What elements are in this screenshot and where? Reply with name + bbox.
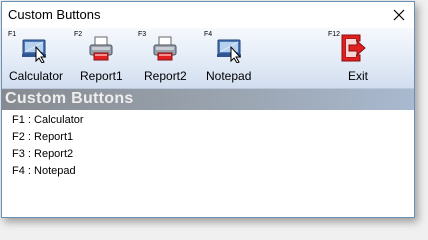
f12-key-label: F12	[328, 31, 341, 38]
exit-label: Exit	[348, 69, 369, 83]
window-title: Custom Buttons	[8, 7, 101, 22]
section-banner: Custom Buttons	[2, 89, 414, 110]
close-icon	[393, 9, 405, 20]
list-item: F4 : Notepad	[12, 165, 76, 177]
close-button[interactable]	[384, 2, 414, 27]
f3-key-label: F3	[138, 31, 147, 38]
content-area: F1 : Calculator F2 : Report1 F3 : Report…	[2, 110, 414, 217]
notepad-icon	[217, 39, 242, 63]
custom-buttons-window: Custom Buttons F1 Calculator F2 Report1 …	[1, 1, 415, 218]
printer-icon	[89, 36, 113, 61]
exit-icon	[341, 34, 366, 62]
report1-button[interactable]: F2 Report1	[70, 28, 134, 88]
f1-key-label: F1	[8, 31, 17, 38]
list-item: F1 : Calculator	[12, 114, 84, 126]
banner-title: Custom Buttons	[5, 90, 134, 107]
report2-button[interactable]: F3 Report2	[134, 28, 200, 88]
calculator-button[interactable]: F1 Calculator	[2, 28, 70, 88]
calculator-label: Calculator	[9, 69, 64, 83]
list-item: F3 : Report2	[12, 148, 74, 160]
title-bar: Custom Buttons	[2, 2, 414, 27]
report2-label: Report2	[144, 69, 187, 83]
report1-label: Report1	[80, 69, 123, 83]
exit-button[interactable]: F12 Exit	[322, 28, 392, 88]
f4-key-label: F4	[204, 31, 213, 38]
notepad-label: Notepad	[206, 69, 252, 83]
list-item: F2 : Report1	[12, 131, 74, 143]
notepad-button[interactable]: F4 Notepad	[200, 28, 264, 88]
toolbar: F1 Calculator F2 Report1 F3 Report2 F4 N…	[2, 28, 414, 89]
calculator-icon	[22, 39, 47, 63]
printer-icon	[153, 36, 177, 61]
f2-key-label: F2	[74, 31, 83, 38]
